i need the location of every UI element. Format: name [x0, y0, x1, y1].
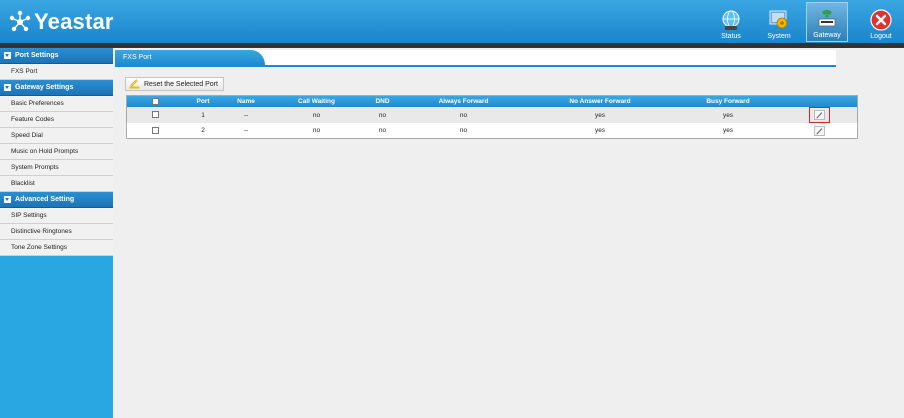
globe-icon: [722, 10, 740, 30]
sidebar-item-feature-codes[interactable]: Feature Codes: [0, 112, 113, 128]
row-select-cell: [127, 107, 183, 123]
cell-call-waiting: no: [269, 123, 364, 138]
sidebar-item-label: Tone Zone Settings: [11, 244, 68, 251]
sidebar-item-label: FXS Port: [11, 68, 38, 75]
pencil-icon: [129, 79, 140, 89]
nav-system-label: System: [767, 33, 791, 40]
sidebar-item-label: Speed Dial: [11, 132, 43, 139]
sidebar-item-fxs-port[interactable]: FXS Port: [0, 64, 113, 80]
phone-gateway-icon: [818, 10, 836, 27]
cell-name: --: [223, 123, 269, 138]
sidebar-item-music-on-hold[interactable]: Music on Hold Prompts: [0, 144, 113, 160]
col-header-dnd: DND: [364, 96, 401, 107]
cell-edit: [782, 107, 857, 123]
sidebar-item-label: Music on Hold Prompts: [11, 148, 79, 155]
cell-call-waiting: no: [269, 107, 364, 123]
cell-port: 1: [183, 107, 223, 123]
fxs-port-table: Port Name Call Waiting DND Always Forwar…: [126, 95, 858, 139]
sidebar-item-label: Feature Codes: [11, 116, 54, 123]
sidebar-item-label: Basic Preferences: [11, 100, 64, 107]
reset-selected-port-button[interactable]: Reset the Selected Port: [125, 77, 224, 91]
sidebar-item-blacklist[interactable]: Blacklist: [0, 176, 113, 192]
col-header-always-forward: Always Forward: [401, 96, 526, 107]
sidebar-item-label: Distinctive Ringtones: [11, 228, 72, 235]
page-title-underline: [115, 65, 836, 67]
yeastar-logo: Yeastar: [8, 9, 114, 35]
col-header-name: Name: [223, 96, 269, 107]
table-row: 1 -- no no no yes yes: [127, 107, 857, 123]
col-header-busy-forward: Busy Forward: [674, 96, 782, 107]
collapse-icon: [4, 84, 11, 91]
col-header-edit: [782, 96, 857, 107]
sidebar-section-title: Port Settings: [15, 52, 59, 59]
collapse-icon: [4, 196, 11, 203]
sidebar-section-gateway-settings[interactable]: Gateway Settings: [0, 80, 113, 96]
sidebar-item-distinctive-ringtones[interactable]: Distinctive Ringtones: [0, 224, 113, 240]
collapse-icon: [4, 52, 11, 59]
cell-always-forward: no: [401, 107, 526, 123]
sidebar-section-title: Gateway Settings: [15, 84, 74, 91]
nav-logout-label: Logout: [870, 33, 892, 40]
col-header-port: Port: [183, 96, 223, 107]
page-title-tab: FXS Port: [115, 50, 265, 65]
page-title: FXS Port: [123, 54, 152, 61]
row-select-cell: [127, 123, 183, 138]
nav-gateway[interactable]: Gateway: [806, 2, 848, 42]
main-content: FXS Port Reset the Selected Port Port Na…: [113, 48, 904, 418]
cell-dnd: no: [364, 107, 401, 123]
sidebar-item-speed-dial[interactable]: Speed Dial: [0, 128, 113, 144]
logo-burst-icon: [9, 10, 31, 32]
edit-highlight-box: [809, 107, 830, 123]
close-circle-icon: [870, 9, 892, 31]
top-nav: Status System Gateway Logout: [710, 2, 904, 42]
col-header-no-answer-forward: No Answer Forward: [526, 96, 674, 107]
table-row: 2 -- no no no yes yes: [127, 123, 857, 138]
sidebar: Port Settings FXS Port Gateway Settings …: [0, 48, 113, 418]
logo-text: Yeastar: [34, 9, 114, 34]
cell-no-answer-forward: yes: [526, 107, 674, 123]
monitor-icon: [769, 10, 788, 29]
cell-name: --: [223, 107, 269, 123]
page-title-bar: FXS Port: [115, 50, 836, 67]
sidebar-item-sip-settings[interactable]: SIP Settings: [0, 208, 113, 224]
row-checkbox[interactable]: [151, 111, 159, 119]
sidebar-item-label: SIP Settings: [11, 212, 47, 219]
cell-no-answer-forward: yes: [526, 123, 674, 138]
sidebar-item-system-prompts[interactable]: System Prompts: [0, 160, 113, 176]
nav-system[interactable]: System: [758, 2, 800, 42]
select-all-checkbox[interactable]: [151, 97, 159, 105]
row-checkbox[interactable]: [151, 126, 159, 134]
col-header-call-waiting: Call Waiting: [269, 96, 364, 107]
select-all-header: [127, 96, 183, 107]
nav-gateway-label: Gateway: [813, 32, 841, 39]
cell-busy-forward: yes: [674, 107, 782, 123]
cell-port: 2: [183, 123, 223, 138]
sidebar-item-basic-preferences[interactable]: Basic Preferences: [0, 96, 113, 112]
edit-port-1-button[interactable]: [814, 110, 825, 120]
cell-edit: [782, 123, 857, 138]
sidebar-item-label: Blacklist: [11, 180, 35, 187]
nav-status[interactable]: Status: [710, 2, 752, 42]
cell-always-forward: no: [401, 123, 526, 138]
sidebar-item-tone-zone-settings[interactable]: Tone Zone Settings: [0, 240, 113, 256]
table-header-row: Port Name Call Waiting DND Always Forwar…: [127, 96, 857, 107]
cell-busy-forward: yes: [674, 123, 782, 138]
sidebar-section-title: Advanced Setting: [15, 196, 75, 203]
nav-logout[interactable]: Logout: [860, 2, 902, 42]
sidebar-item-label: System Prompts: [11, 164, 59, 171]
nav-status-label: Status: [721, 33, 741, 40]
reset-button-label: Reset the Selected Port: [144, 80, 218, 88]
edit-port-2-button[interactable]: [814, 125, 825, 136]
sidebar-section-advanced-setting[interactable]: Advanced Setting: [0, 192, 113, 208]
sidebar-section-port-settings[interactable]: Port Settings: [0, 48, 113, 64]
cell-dnd: no: [364, 123, 401, 138]
top-header: Yeastar Status System Gateway Logout: [0, 0, 904, 43]
